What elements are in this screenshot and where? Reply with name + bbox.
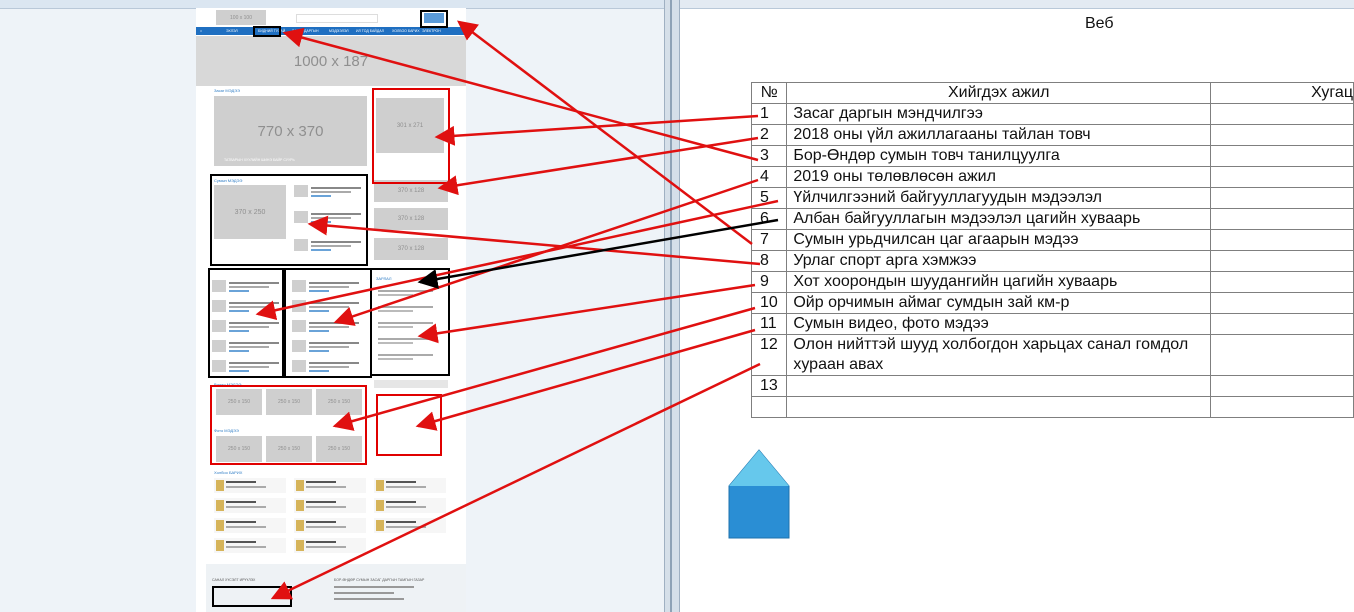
row-task[interactable] bbox=[786, 396, 1212, 418]
small-box-3: 370 x 128 bbox=[374, 238, 448, 260]
row-deadline[interactable] bbox=[1210, 292, 1354, 314]
row-number: 9 bbox=[750, 271, 788, 293]
row-task[interactable]: 2019 оны төлөвлөсөн ажил bbox=[786, 166, 1212, 188]
table-row: 3 Бор-Өндөр сумын товч танилцуулга bbox=[750, 145, 1354, 167]
row-number: 1 bbox=[750, 103, 788, 125]
row-number: 11 bbox=[750, 313, 788, 335]
nav-item-6[interactable]: ХОЛБОО БАРИХ bbox=[392, 27, 420, 35]
row-number: 7 bbox=[750, 229, 788, 251]
table-row: 8 Урлаг спорт арга хэмжээ bbox=[750, 250, 1354, 272]
row-deadline[interactable] bbox=[1210, 334, 1354, 376]
annotation-box-col2 bbox=[282, 268, 372, 378]
row-deadline[interactable] bbox=[1210, 103, 1354, 125]
table-row: 4 2019 оны төлөвлөсөн ажил bbox=[750, 166, 1354, 188]
row-task[interactable]: Сумын урьдчилсан цаг агаарын мэдээ bbox=[786, 229, 1212, 251]
logo-placeholder: 100 x 100 bbox=[216, 10, 266, 25]
table-row: 9 Хот хоорондын шуудангийн цагийн хуваарь bbox=[750, 271, 1354, 293]
header-deadline: Хугац bbox=[1210, 82, 1354, 104]
table-row: 7 Сумын урьдчилсан цаг агаарын мэдээ bbox=[750, 229, 1354, 251]
table-row: 6 Албан байгууллагын мэдээлэл цагийн хува… bbox=[750, 208, 1354, 230]
nav-item-4[interactable]: МЭДЭЭЛЭЛ bbox=[329, 27, 349, 35]
row-number: 2 bbox=[750, 124, 788, 146]
small-box-2: 370 x 128 bbox=[374, 208, 448, 230]
hero-caption: ТАТВАРЫН ХУУЛИЙН ШИНЭ БАЙР СУУРЬ bbox=[224, 158, 295, 162]
row-task[interactable]: Үйлчилгээний байгууллагуудын мэдээлэл bbox=[786, 187, 1212, 209]
nav-item-5[interactable]: ИЛ ТОД БАЙДАЛ bbox=[356, 27, 384, 35]
row-number: 5 bbox=[750, 187, 788, 209]
header-number: № bbox=[750, 82, 788, 104]
row-task[interactable]: 2018 оны үйл ажиллагааны тайлан товч bbox=[786, 124, 1212, 146]
row-task[interactable]: Сумын видео, фото мэдээ bbox=[786, 313, 1212, 335]
table-header-row: № Хийгдэх ажил Хугац bbox=[750, 82, 1354, 104]
header-task: Хийгдэх ажил bbox=[786, 82, 1212, 104]
table-row: 5 Үйлчилгээний байгууллагуудын мэдээлэл bbox=[750, 187, 1354, 209]
feedback-widget bbox=[374, 380, 448, 388]
annotation-box-col3 bbox=[370, 268, 450, 376]
annotation-box-news bbox=[210, 174, 368, 266]
table-row: 13 bbox=[750, 375, 1354, 397]
banner-placeholder: 1000 x 187 bbox=[196, 36, 466, 86]
row-number: 6 bbox=[750, 208, 788, 230]
nav-home-icon[interactable]: ⌂ bbox=[200, 27, 202, 35]
row-task[interactable]: Албан байгууллагын мэдээлэл цагийн хуваа… bbox=[786, 208, 1212, 230]
task-table: № Хийгдэх ажил Хугац 1 Засаг даргын мэндч… bbox=[750, 82, 1354, 418]
footer-right-text: БОР-ӨНДӨР СУМЫН ЗАСАГ ДАРГЫН ТАМГЫН ГАЗА… bbox=[334, 578, 425, 582]
row-deadline[interactable] bbox=[1210, 250, 1354, 272]
table-row: 2 2018 оны үйл ажиллагааны тайлан товч bbox=[750, 124, 1354, 146]
section-title-hero: Засаг МЭДЭЭ bbox=[214, 88, 240, 93]
row-deadline[interactable] bbox=[1210, 124, 1354, 146]
row-task[interactable]: Хот хоорондын шуудангийн цагийн хуваарь bbox=[786, 271, 1212, 293]
row-number: 3 bbox=[750, 145, 788, 167]
nav-item-3[interactable]: ЗАСАГ ДАРГЫН bbox=[292, 27, 319, 35]
table-row: 12 Олон нийттэй шууд холбогдон харьцах са… bbox=[750, 334, 1354, 376]
row-number: 10 bbox=[750, 292, 788, 314]
row-task[interactable]: Бор-Өндөр сумын товч танилцуулга bbox=[786, 145, 1212, 167]
left-pane: 100 x 100 ⌂ ЭХЛЭЛ БИДНИЙ ТУХАЙ ЗАСАГ ДАР… bbox=[0, 0, 664, 612]
page-title: Веб bbox=[1085, 15, 1114, 32]
up-arrow-shape-icon[interactable] bbox=[727, 448, 791, 540]
row-number bbox=[750, 396, 788, 418]
row-deadline[interactable] bbox=[1210, 313, 1354, 335]
row-task[interactable]: Ойр орчимын аймаг сумдын зай км-р bbox=[786, 292, 1212, 314]
row-deadline[interactable] bbox=[1210, 145, 1354, 167]
footer-left-text: САНАЛ ХҮСЭЛТ ИРҮҮЛЭХ bbox=[212, 578, 256, 582]
row-deadline[interactable] bbox=[1210, 396, 1354, 418]
annotation-box-side bbox=[372, 88, 450, 184]
row-task[interactable]: Засаг даргын мэндчилгээ bbox=[786, 103, 1212, 125]
table-row: 11 Сумын видео, фото мэдээ bbox=[750, 313, 1354, 335]
right-pane: Веб № Хийгдэх ажил Хугац 1 Засаг даргын м… bbox=[680, 0, 1354, 612]
row-deadline[interactable] bbox=[1210, 187, 1354, 209]
row-deadline[interactable] bbox=[1210, 208, 1354, 230]
search-box[interactable] bbox=[296, 14, 378, 23]
website-mockup: 100 x 100 ⌂ ЭХЛЭЛ БИДНИЙ ТУХАЙ ЗАСАГ ДАР… bbox=[196, 8, 466, 612]
annotation-box-footer bbox=[212, 586, 292, 607]
annotation-box-col1 bbox=[208, 268, 286, 378]
pane-splitter[interactable] bbox=[664, 0, 680, 612]
row-deadline[interactable] bbox=[1210, 271, 1354, 293]
row-deadline[interactable] bbox=[1210, 166, 1354, 188]
row-number: 8 bbox=[750, 250, 788, 272]
table-row: 1 Засаг даргын мэндчилгээ bbox=[750, 103, 1354, 125]
table-row: 10 Ойр орчимын аймаг сумдын зай км-р bbox=[750, 292, 1354, 314]
annotation-box-nav bbox=[253, 26, 281, 37]
row-number: 4 bbox=[750, 166, 788, 188]
row-task[interactable]: Урлаг спорт арга хэмжээ bbox=[786, 250, 1212, 272]
table-row bbox=[750, 396, 1354, 418]
row-number: 12 bbox=[750, 334, 788, 376]
hero-placeholder: 770 x 370 bbox=[214, 96, 367, 166]
right-topbar bbox=[680, 0, 1354, 9]
row-deadline[interactable] bbox=[1210, 375, 1354, 397]
annotation-box-gallery bbox=[210, 385, 367, 465]
row-task[interactable] bbox=[786, 375, 1212, 397]
nav-bar: ⌂ ЭХЛЭЛ БИДНИЙ ТУХАЙ ЗАСАГ ДАРГЫН МЭДЭЭЛ… bbox=[196, 27, 466, 35]
section-title-contacts: Холбоо БАРИХ bbox=[214, 470, 243, 475]
nav-item-1[interactable]: ЭХЛЭЛ bbox=[226, 27, 238, 35]
row-deadline[interactable] bbox=[1210, 229, 1354, 251]
row-task[interactable]: Олон нийттэй шууд холбогдон харьцах сана… bbox=[786, 334, 1212, 376]
annotation-box-login bbox=[420, 10, 448, 28]
annotation-box-feedback bbox=[376, 394, 442, 456]
nav-item-7[interactable]: ЭЛЕКТРОН bbox=[422, 27, 441, 35]
row-number: 13 bbox=[750, 375, 788, 397]
